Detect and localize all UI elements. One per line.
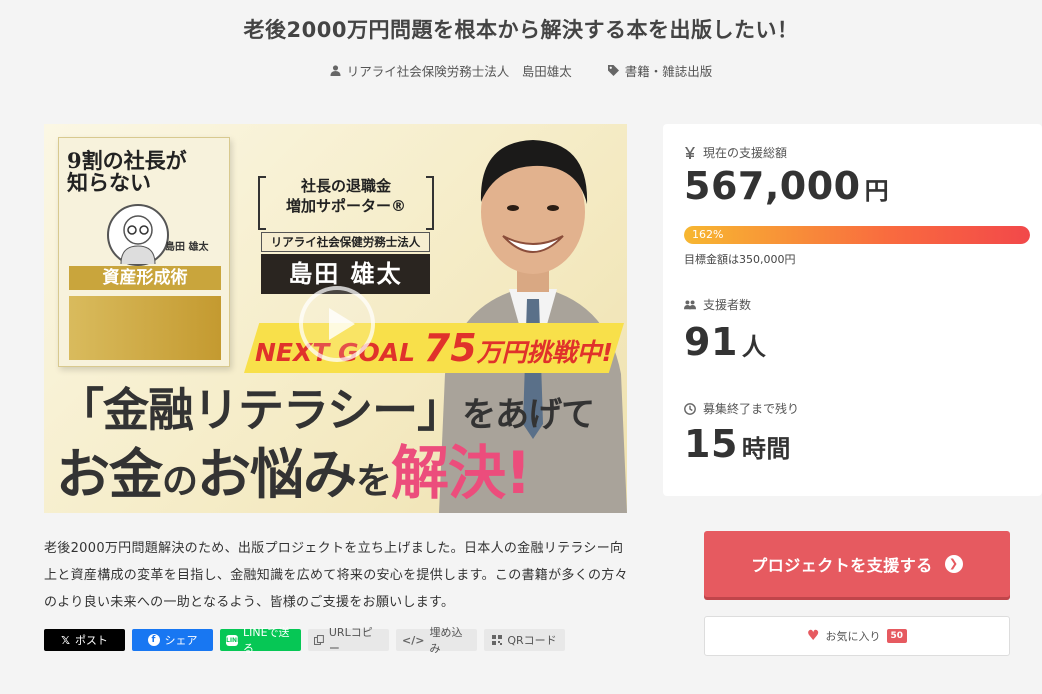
project-page: 老後2000万円問題を根本から解決する本を出版したい！ リアライ社会保険労務士法… — [0, 0, 1042, 694]
supporter-badge: 社長の退職金 増加サポーター® — [258, 170, 434, 236]
yen-icon — [685, 146, 695, 159]
backers-value: 91 — [684, 320, 738, 364]
favorite-label: お気に入り — [825, 630, 881, 643]
users-icon — [684, 299, 696, 309]
qr-icon — [492, 635, 503, 645]
share-x-button[interactable]: 𝕏 ポスト — [44, 629, 125, 651]
headline-solve: 解決! — [391, 439, 531, 507]
corp-label: リアライ社会保健労務士法人 — [261, 232, 430, 252]
owner-name: リアライ社会保険労務士法人 島田雄太 — [346, 64, 572, 79]
backers-count: 91 人 — [684, 320, 766, 364]
remaining-unit: 時間 — [741, 435, 791, 463]
headline-line-2: お金のお悩みを解決! — [56, 439, 531, 513]
share-buttons: 𝕏 ポスト f シェア LINE LINEで送る URLコピー </> 埋め込み… — [44, 626, 565, 655]
backers-label: 支援者数 — [684, 296, 751, 313]
bracket-right — [426, 176, 434, 230]
headline-literacy: 「金融リテラシー」 — [58, 383, 463, 437]
owner-link[interactable]: リアライ社会保険労務士法人 島田雄太 — [330, 61, 572, 80]
category-link[interactable]: 書籍・雑誌出版 — [607, 61, 713, 80]
goal-suffix: 万円挑戦中! — [476, 338, 614, 367]
share-line-button[interactable]: LINE LINEで送る — [220, 626, 301, 655]
funding-stats-card: 現在の支援総額 567,000 円 162% 目標金額は350,000円 支援者数… — [663, 124, 1042, 496]
total-amount-unit: 円 — [864, 177, 890, 205]
remaining-value: 15 — [684, 422, 738, 466]
badge-line-2: 増加サポーター® — [285, 197, 406, 216]
x-logo-icon: 𝕏 — [61, 633, 70, 647]
play-video-button[interactable] — [299, 286, 375, 362]
backers-unit: 人 — [741, 333, 767, 361]
heart-icon: ♥ — [806, 628, 820, 644]
headline-wo: を — [356, 461, 392, 502]
chevron-right-icon: ❯ — [944, 555, 963, 573]
favorite-button[interactable]: ♥ お気に入り 50 — [704, 616, 1010, 656]
category-name: 書籍・雑誌出版 — [624, 64, 713, 79]
progress-fill: 162% — [684, 226, 1030, 244]
support-label: プロジェクトを支援する — [751, 556, 933, 575]
badge-line-1: 社長の退職金 — [300, 177, 391, 195]
total-amount: 567,000 円 — [684, 164, 889, 208]
amount-label: 現在の支援総額 — [684, 144, 787, 161]
total-amount-value: 567,000 — [684, 164, 861, 208]
hero-image[interactable]: 9割の社長が知らない 島田 雄太 資産形成術 社長の退職金 増加サポーター® リ… — [44, 124, 627, 513]
share-facebook-button[interactable]: f シェア — [132, 629, 213, 651]
user-icon — [330, 65, 341, 76]
goal-amount-text: 目標金額は350,000円 — [684, 253, 796, 266]
headline-money: お金 — [56, 443, 163, 506]
goal-amount: 75 — [423, 326, 477, 370]
embed-button[interactable]: </> 埋め込み — [396, 626, 477, 655]
support-project-button[interactable]: プロジェクトを支援する ❯ — [704, 531, 1010, 597]
copy-icon — [314, 635, 324, 645]
book-title: 9割の社長が知らない — [67, 148, 187, 196]
tag-icon — [607, 65, 619, 76]
book-cover: 9割の社長が知らない 島田 雄太 資産形成術 — [58, 137, 230, 367]
code-icon: </> — [402, 633, 425, 647]
progress-bar: 162% — [684, 226, 1030, 244]
page-title: 老後2000万円問題を根本から解決する本を出版したい！ — [243, 18, 799, 42]
headline-raise: をあげて — [462, 395, 595, 435]
favorite-count-badge: 50 — [886, 629, 908, 643]
book-author: 島田 雄太 — [165, 242, 209, 253]
headline-no: の — [162, 461, 198, 502]
facebook-icon: f — [147, 634, 160, 646]
author-illustration — [107, 204, 169, 266]
line-icon: LINE — [226, 634, 242, 646]
remaining-time: 15 時間 — [684, 422, 791, 466]
qr-code-button[interactable]: QRコード — [484, 629, 565, 651]
remaining-label: 募集終了まで残り — [684, 400, 799, 417]
copy-url-button[interactable]: URLコピー — [308, 626, 389, 655]
book-subtitle: 資産形成術 — [69, 266, 221, 290]
book-band — [69, 296, 221, 360]
project-description: 老後2000万円問題解決のため、出版プロジェクトを立ち上げました。日本人の金融リ… — [44, 541, 628, 610]
bracket-left — [258, 176, 266, 230]
project-meta: リアライ社会保険労務士法人 島田雄太 書籍・雑誌出版 — [0, 61, 1042, 80]
headline-worries: お悩み — [197, 443, 357, 506]
headline-line-1: 「金融リテラシー」をあげて — [58, 380, 595, 445]
clock-icon — [684, 402, 696, 415]
